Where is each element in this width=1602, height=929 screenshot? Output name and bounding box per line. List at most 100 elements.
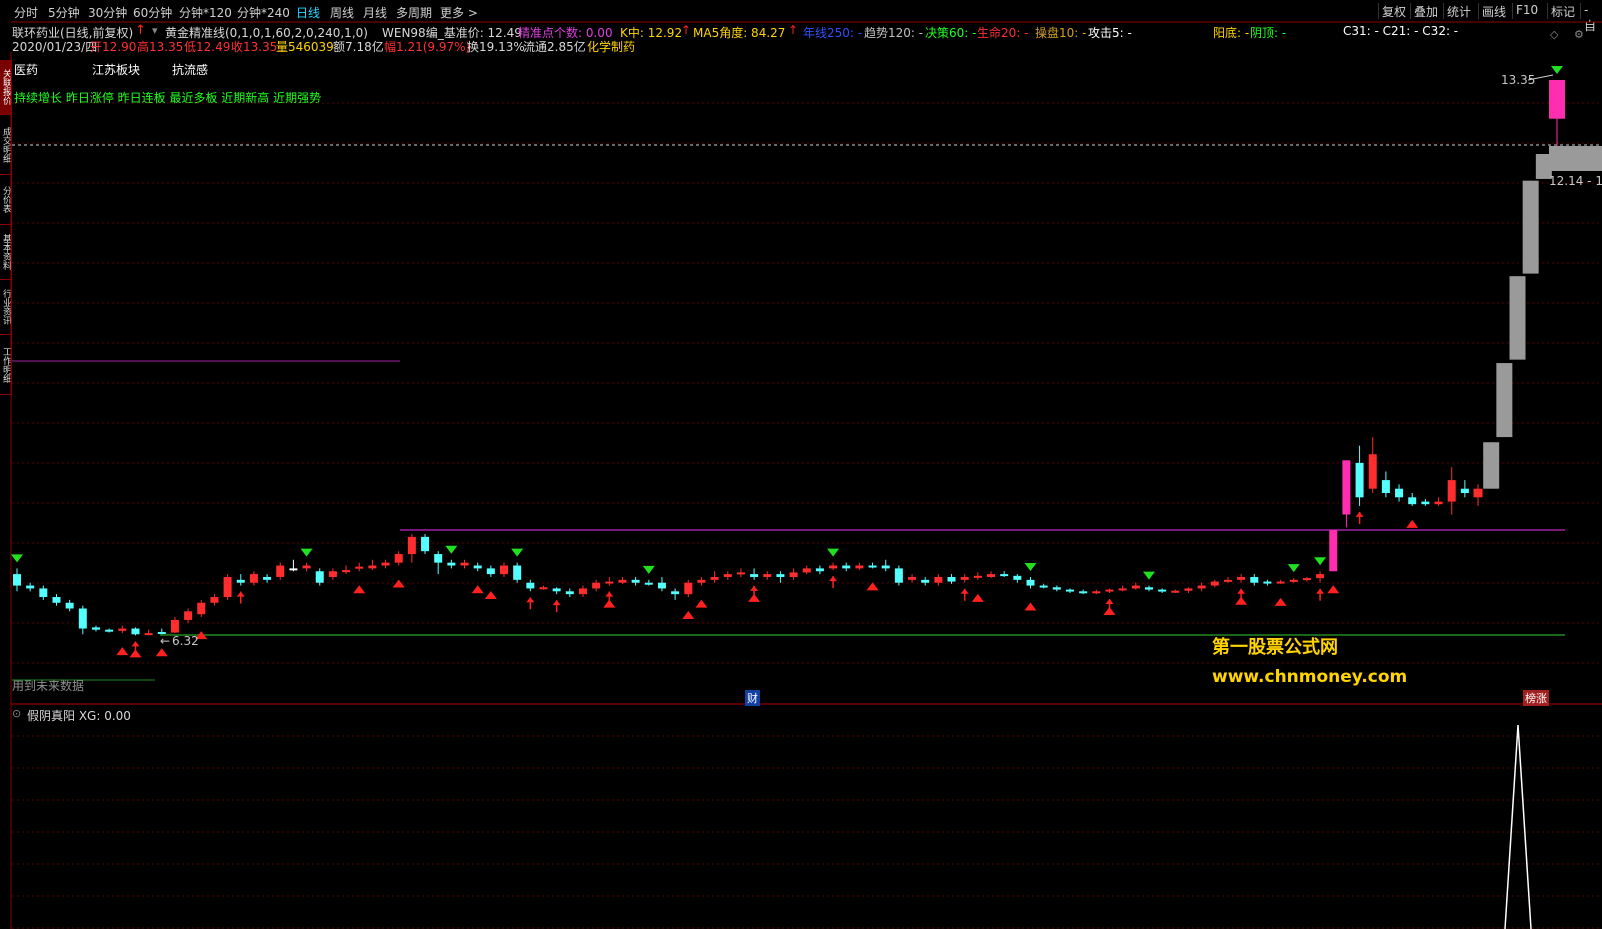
candle-body: [394, 554, 403, 563]
candle-body: [276, 565, 285, 577]
candle-body: [802, 568, 811, 573]
candle-body: [1549, 80, 1565, 119]
candle-body: [815, 568, 824, 572]
buy-signal-icon: [392, 579, 405, 588]
buy-signal-icon: [353, 585, 366, 594]
candle-body: [289, 568, 298, 571]
candle-body: [1131, 585, 1140, 589]
candle-body: [223, 576, 232, 598]
candle-body: [526, 582, 535, 589]
candle-body: [1052, 587, 1061, 590]
candle-body: [342, 570, 351, 573]
candle-body: [434, 554, 443, 563]
candle-body: [1434, 501, 1443, 505]
watermark-title: 第一股票公式网: [1212, 637, 1338, 658]
sub-indicator-title: 假阴真阳 XG: 0.00: [27, 709, 131, 723]
buy-signal-icon: [866, 582, 879, 591]
candle-body: [421, 536, 430, 552]
rank-marker[interactable]: 榜涨: [1523, 690, 1549, 706]
buy-signal-icon: [471, 585, 484, 594]
candle-body: [1039, 585, 1048, 588]
candle-body: [1316, 574, 1325, 579]
candle-body: [750, 574, 759, 577]
candle-body: [1522, 180, 1539, 274]
candle-body: [328, 571, 337, 577]
candle-body: [1368, 454, 1377, 489]
finance-marker[interactable]: 财: [745, 690, 760, 706]
candle-body: [513, 565, 522, 580]
buy-signal-icon: [155, 648, 168, 657]
candle-body: [1263, 581, 1272, 584]
candle-body: [1395, 488, 1404, 498]
candle-body: [1342, 460, 1351, 515]
sell-signal-icon: [1287, 564, 1300, 573]
candle-body: [1289, 579, 1298, 582]
candle-body: [381, 562, 390, 566]
sell-signal-icon: [11, 554, 23, 563]
candle-body: [1092, 591, 1101, 594]
candle-body: [592, 582, 601, 589]
sell-signal-icon: [511, 548, 524, 557]
candle-body: [368, 565, 377, 569]
candle-body: [1105, 589, 1114, 592]
buy-signal-icon: [116, 647, 129, 656]
candle-body: [1013, 575, 1022, 580]
candle-body: [1302, 578, 1311, 581]
buy-signal-icon: [971, 593, 984, 602]
candle-body: [460, 562, 469, 566]
up-arrow-icon: [605, 591, 614, 597]
candle-body: [1079, 591, 1088, 594]
candle-body: [91, 627, 100, 630]
candle-body: [500, 565, 509, 575]
candle-body: [170, 619, 179, 633]
candle-body: [605, 581, 614, 584]
candle-body: [1421, 501, 1430, 505]
collapse-icon[interactable]: ⊙: [12, 707, 21, 720]
candle-body: [1000, 574, 1009, 577]
xg-signal-spike: [1504, 724, 1532, 929]
candle-body: [829, 565, 838, 569]
buy-signal-icon: [1327, 585, 1340, 594]
buy-signal-icon: [682, 611, 695, 620]
candle-body: [987, 574, 996, 577]
zone-label: 12.14 - 12: [1549, 174, 1602, 188]
candle-body: [39, 588, 48, 598]
candle-body: [618, 579, 627, 583]
candle-body: [263, 576, 272, 580]
candle-body: [776, 574, 785, 577]
candle-body: [868, 565, 877, 568]
candle-body: [1197, 585, 1206, 589]
candle-body: [184, 611, 193, 620]
candle-body: [131, 628, 140, 635]
candle-body: [13, 574, 21, 586]
up-arrow-icon: [526, 597, 535, 603]
candle-body: [697, 579, 706, 583]
sell-signal-icon: [642, 565, 655, 574]
candle-body: [1447, 480, 1456, 502]
up-arrow-icon: [1237, 588, 1246, 594]
watermark-url: www.chnmoney.com: [1212, 667, 1408, 687]
candle-body: [578, 588, 587, 595]
candle-body: [644, 582, 653, 585]
candle-body: [723, 574, 732, 577]
kline-chart[interactable]: [0, 0, 1602, 929]
candle-body: [407, 536, 416, 555]
buy-signal-icon: [484, 590, 497, 599]
low-price-label: 6.32: [172, 634, 199, 648]
candle-body: [1473, 488, 1483, 498]
candle-body: [1250, 576, 1259, 583]
candle-body: [1276, 581, 1285, 584]
candle-body: [710, 576, 719, 580]
candle-body: [249, 574, 258, 583]
candle-body: [973, 575, 982, 578]
sell-signal-icon: [1314, 557, 1327, 566]
candle-body: [105, 629, 114, 632]
candle-body: [1144, 587, 1153, 590]
up-arrow-icon: [1316, 588, 1325, 594]
candle-body: [78, 608, 87, 629]
candle-body: [684, 582, 693, 595]
up-arrow-icon: [829, 576, 838, 582]
candle-body: [1158, 589, 1167, 592]
candle-body: [486, 568, 495, 575]
candle-body: [1496, 363, 1513, 438]
